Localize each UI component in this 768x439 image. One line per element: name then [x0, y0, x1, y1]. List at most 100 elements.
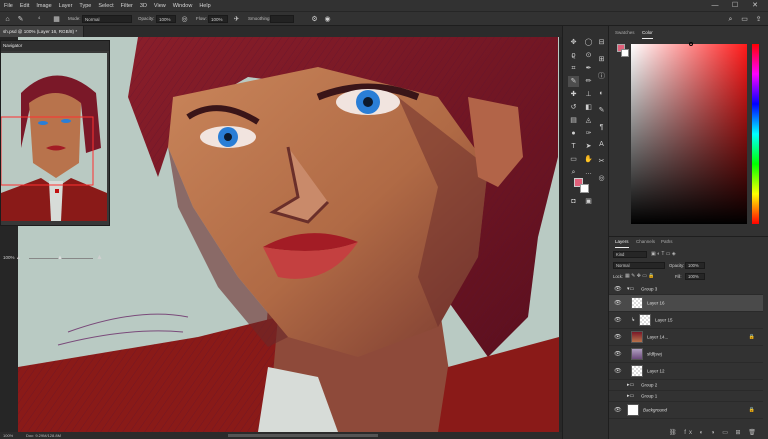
tab-channels[interactable]: Channels — [636, 237, 655, 247]
eyedropper-tool-icon[interactable]: ✒ — [583, 63, 594, 74]
visibility-eye-icon[interactable]: 👁 — [614, 334, 622, 341]
hand-tool-icon[interactable]: ✋ — [583, 154, 594, 165]
shape-tool-icon[interactable]: ▭ — [568, 154, 579, 165]
document-tab[interactable]: sh.psd @ 100% (Layer 16, RGB/8) * — [0, 26, 84, 37]
pressure-size-icon[interactable]: ◉ — [323, 15, 332, 24]
pen-tool-icon[interactable]: ✑ — [583, 128, 594, 139]
hue-slider[interactable] — [752, 44, 759, 224]
navigator-zoom-value[interactable]: 100% — [3, 255, 15, 260]
layer-row-group-1[interactable]: ▸▭ Group 1 — [609, 391, 763, 402]
eraser-tool-icon[interactable]: ◧ — [583, 102, 594, 113]
tab-color[interactable]: Color — [642, 28, 653, 39]
zoom-in-icon[interactable]: ▲ — [96, 254, 103, 261]
type-tool-icon[interactable]: T — [568, 141, 579, 152]
layer-filter-icons[interactable]: ▣ ◐ T ▭ ◈ — [651, 251, 676, 257]
color-picker-cursor[interactable] — [689, 42, 693, 46]
layer-fill-field[interactable]: 100% — [685, 273, 705, 280]
zoom-slider-handle[interactable]: ▲ — [57, 255, 63, 261]
status-zoom[interactable]: 100% — [3, 432, 13, 439]
layer-row-layer-12[interactable]: 👁 Layer 12 — [609, 363, 763, 380]
menu-view[interactable]: View — [154, 3, 166, 9]
layer-opacity-field[interactable]: 100% — [685, 262, 705, 269]
folder-expanded-icon[interactable]: ▾▭ — [627, 286, 634, 292]
healing-brush-tool-icon[interactable]: ✚ — [568, 89, 579, 100]
color-bg-swatch[interactable] — [621, 49, 629, 57]
airbrush-icon[interactable]: ✈ — [232, 15, 241, 24]
panel-paragraph-icon[interactable]: ¶ — [596, 122, 607, 133]
tab-layers[interactable]: Layers — [615, 237, 629, 248]
visibility-eye-icon[interactable]: 👁 — [614, 351, 622, 358]
mode-select[interactable]: Normal — [82, 15, 132, 23]
layer-row-background[interactable]: 👁 Background 🔒 — [609, 402, 763, 419]
layer-row-layer-15[interactable]: 👁 ↳ Layer 15 — [609, 312, 763, 329]
visibility-eye-icon[interactable]: 👁 — [614, 300, 622, 307]
layer-row-sfdfjswj[interactable]: 👁 sfdfjswj — [609, 346, 763, 363]
brush-tool-preset-icon[interactable]: ✎ — [16, 15, 25, 24]
menu-file[interactable]: File — [4, 3, 13, 9]
layers-footer-icons[interactable]: ⛓ fx ◐ ◑ ▭ ⊞ 🗑 — [669, 429, 759, 436]
layer-lock-icons[interactable]: ▦ ✎ ✥ ▭ 🔒 — [625, 273, 655, 279]
panel-adjustments-icon[interactable]: ◐ — [596, 88, 607, 99]
layer-blend-mode[interactable]: Normal — [613, 262, 665, 269]
folder-collapsed-icon[interactable]: ▸▭ — [627, 393, 634, 399]
menu-window[interactable]: Window — [173, 3, 193, 9]
history-brush-tool-icon[interactable]: ↺ — [568, 102, 579, 113]
crop-tool-icon[interactable]: ⌗ — [568, 63, 579, 74]
visibility-eye-icon[interactable]: 👁 — [614, 368, 622, 375]
brush-size-value[interactable]: 4 — [38, 15, 40, 20]
zoom-out-icon[interactable]: ▴ — [17, 254, 20, 261]
search-icon[interactable]: ⌕ — [726, 15, 735, 24]
menu-edit[interactable]: Edit — [20, 3, 29, 9]
maximize-button[interactable]: ☐ — [728, 0, 742, 11]
folder-collapsed-icon[interactable]: ▸▭ — [627, 382, 634, 388]
visibility-eye-icon[interactable]: 👁 — [614, 286, 622, 293]
tab-paths[interactable]: Paths — [661, 237, 673, 247]
zoom-tool-icon[interactable]: ⌕ — [568, 167, 579, 178]
layer-filter-kind[interactable]: Kind — [613, 251, 647, 258]
smoothing-settings-icon[interactable]: ⚙ — [310, 15, 319, 24]
share-icon[interactable]: ⇪ — [754, 15, 763, 24]
quick-mask-icon[interactable]: ◘ — [568, 196, 579, 207]
layer-row-group-3[interactable]: 👁 ▾▭ Group 3 — [609, 284, 763, 295]
minimize-button[interactable]: — — [708, 0, 722, 11]
lasso-tool-icon[interactable]: ϱ — [568, 50, 579, 61]
visibility-eye-icon[interactable]: 👁 — [614, 317, 622, 324]
layer-row-layer-14[interactable]: 👁 Layer 14... 🔒 — [609, 329, 763, 346]
panel-3d-icon[interactable]: ◎ — [596, 173, 607, 184]
opacity-field[interactable]: 100% — [156, 15, 176, 23]
menu-help[interactable]: Help — [199, 3, 210, 9]
visibility-eye-icon[interactable]: 👁 — [614, 407, 622, 414]
clone-stamp-tool-icon[interactable]: ⊥ — [583, 89, 594, 100]
panel-info-icon[interactable]: ⓘ — [596, 71, 607, 82]
dodge-tool-icon[interactable]: ● — [568, 128, 579, 139]
menu-filter[interactable]: Filter — [121, 3, 133, 9]
layer-row-layer-16[interactable]: 👁 Layer 16 — [609, 295, 763, 312]
menu-3d[interactable]: 3D — [140, 3, 147, 9]
edit-toolbar-icon[interactable]: … — [583, 167, 594, 178]
color-picker-field[interactable] — [631, 44, 747, 224]
menu-select[interactable]: Select — [98, 3, 113, 9]
navigator-thumbnail[interactable] — [1, 53, 107, 221]
panel-brushes-icon[interactable]: ✎ — [596, 105, 607, 116]
horizontal-scrollbar[interactable] — [228, 434, 378, 437]
layer-row-group-2[interactable]: ▸▭ Group 2 — [609, 380, 763, 391]
marquee-tool-icon[interactable]: ◯ — [583, 37, 594, 48]
flow-field[interactable]: 100% — [208, 15, 228, 23]
menu-type[interactable]: Type — [79, 3, 91, 9]
panel-glyphs-icon[interactable]: A — [596, 139, 607, 150]
background-color-swatch[interactable] — [580, 184, 589, 193]
menu-image[interactable]: Image — [36, 3, 51, 9]
pencil-tool-icon[interactable]: ✏ — [583, 76, 594, 87]
menu-layer[interactable]: Layer — [59, 3, 73, 9]
panel-tools-icon[interactable]: ✂ — [596, 156, 607, 167]
pressure-opacity-icon[interactable]: ◎ — [180, 15, 189, 24]
panel-properties-icon[interactable]: ⊞ — [596, 54, 607, 65]
screen-mode-icon[interactable]: ▣ — [583, 196, 594, 207]
brush-settings-icon[interactable]: ▦ — [52, 15, 61, 24]
path-select-tool-icon[interactable]: ➤ — [583, 141, 594, 152]
brush-tool-icon[interactable]: ✎ — [568, 76, 579, 87]
close-window-button[interactable]: ✕ — [748, 0, 762, 11]
tab-swatches[interactable]: Swatches — [615, 28, 635, 38]
workspace-icon[interactable]: ▭ — [740, 15, 749, 24]
gradient-tool-icon[interactable]: ▤ — [568, 115, 579, 126]
